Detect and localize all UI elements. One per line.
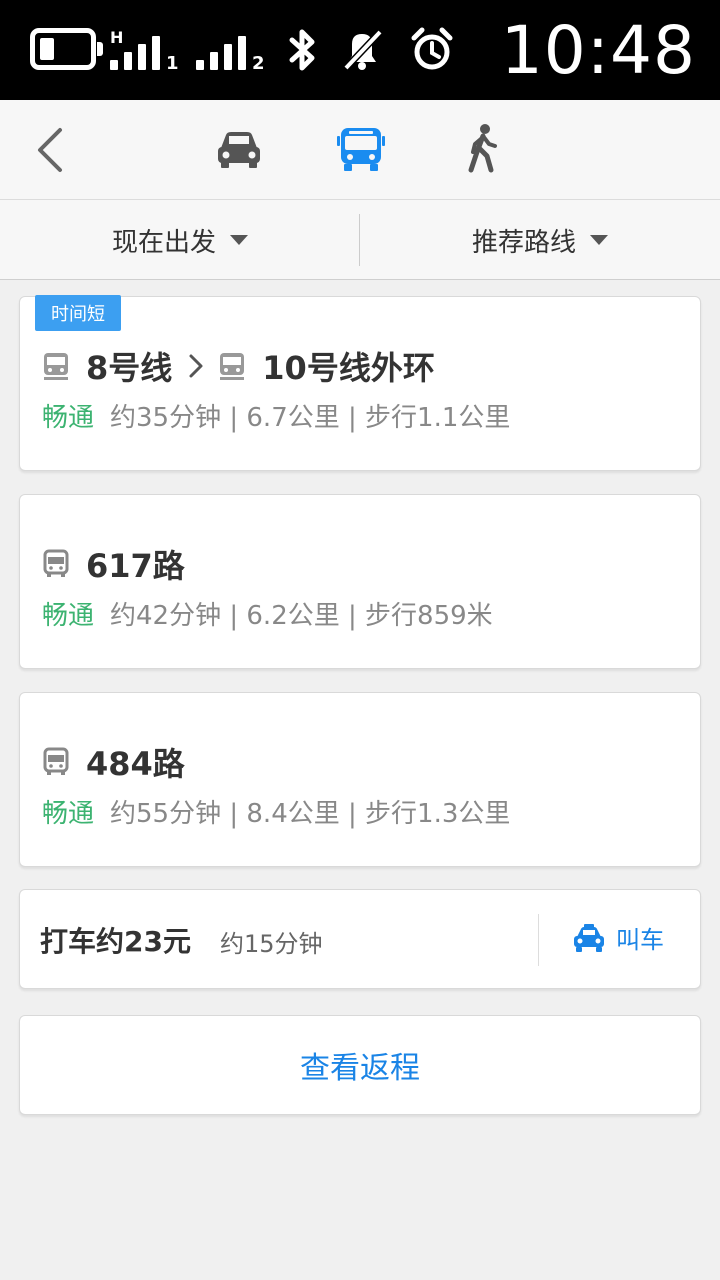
route-segment: 617路 — [86, 547, 185, 585]
depart-time-label: 现在出发 — [111, 227, 216, 258]
signal-icon: 2 — [196, 30, 266, 74]
route-card[interactable]: 时间短 8号线 10号线外环 畅通 约35分钟 | 6.7公里 | 步行1.1公… — [19, 295, 701, 471]
route-details: 约55分钟 | 8.4公里 | 步行1.3公里 — [110, 799, 511, 829]
route-meta: 畅通 约35分钟 | 6.7公里 | 步行1.1公里 — [42, 397, 510, 434]
status-bar: H 1 2 10:48 — [0, 0, 720, 100]
traffic-status: 畅通 — [42, 601, 95, 631]
route-meta: 畅通 约55分钟 | 8.4公里 | 步行1.3公里 — [42, 793, 510, 830]
route-details: 约42分钟 | 6.2公里 | 步行859米 — [110, 601, 493, 631]
filter-bar: 现在出发 推荐路线 — [0, 200, 720, 280]
mute-icon — [343, 29, 383, 71]
dropdown-arrow-icon — [590, 235, 608, 245]
route-card[interactable]: 484路 畅通 约55分钟 | 8.4公里 | 步行1.3公里 — [19, 692, 701, 867]
bus-icon — [43, 549, 69, 577]
transport-mode-bar — [0, 100, 720, 200]
call-taxi-label: 叫车 — [616, 926, 664, 954]
route-segment: 10号线外环 — [262, 349, 435, 387]
taxi-price: 打车约23元 — [40, 925, 191, 958]
dropdown-arrow-icon — [230, 235, 248, 245]
route-segment: 484路 — [86, 745, 185, 783]
divider — [538, 914, 539, 966]
subway-icon — [44, 353, 68, 380]
route-title: 617路 — [42, 541, 185, 587]
chevron-right-icon — [189, 354, 203, 378]
route-title: 8号线 10号线外环 — [42, 343, 435, 389]
route-meta: 畅通 约42分钟 | 6.2公里 | 步行859米 — [42, 595, 493, 632]
depart-time-dropdown[interactable]: 现在出发 — [0, 200, 360, 280]
view-return-trip-label: 查看返程 — [300, 1051, 420, 1086]
taxi-icon — [574, 923, 604, 952]
bus-icon — [43, 747, 69, 775]
taxi-time: 约15分钟 — [220, 930, 323, 958]
route-segment: 8号线 — [86, 349, 173, 387]
alarm-icon — [411, 27, 453, 70]
route-details: 约35分钟 | 6.7公里 | 步行1.1公里 — [110, 403, 511, 433]
route-preference-label: 推荐路线 — [471, 227, 576, 258]
bluetooth-icon — [289, 29, 315, 71]
battery-icon — [30, 28, 103, 70]
back-icon[interactable] — [28, 124, 78, 176]
walk-icon[interactable] — [455, 122, 511, 178]
taxi-card: 打车约23元 约15分钟 叫车 — [19, 889, 701, 989]
car-icon[interactable] — [211, 122, 267, 178]
bus-icon[interactable] — [333, 122, 389, 178]
route-card[interactable]: 617路 畅通 约42分钟 | 6.2公里 | 步行859米 — [19, 494, 701, 669]
fastest-badge: 时间短 — [35, 295, 121, 331]
view-return-trip-button[interactable]: 查看返程 — [19, 1015, 701, 1115]
call-taxi-button[interactable]: 叫车 — [572, 920, 664, 955]
subway-icon — [220, 353, 245, 380]
traffic-status: 畅通 — [42, 799, 95, 829]
clock: 10:48 — [500, 12, 696, 89]
route-title: 484路 — [42, 739, 185, 785]
traffic-status: 畅通 — [42, 403, 95, 433]
route-preference-dropdown[interactable]: 推荐路线 — [360, 200, 720, 280]
signal-icon: H 1 — [110, 28, 179, 74]
